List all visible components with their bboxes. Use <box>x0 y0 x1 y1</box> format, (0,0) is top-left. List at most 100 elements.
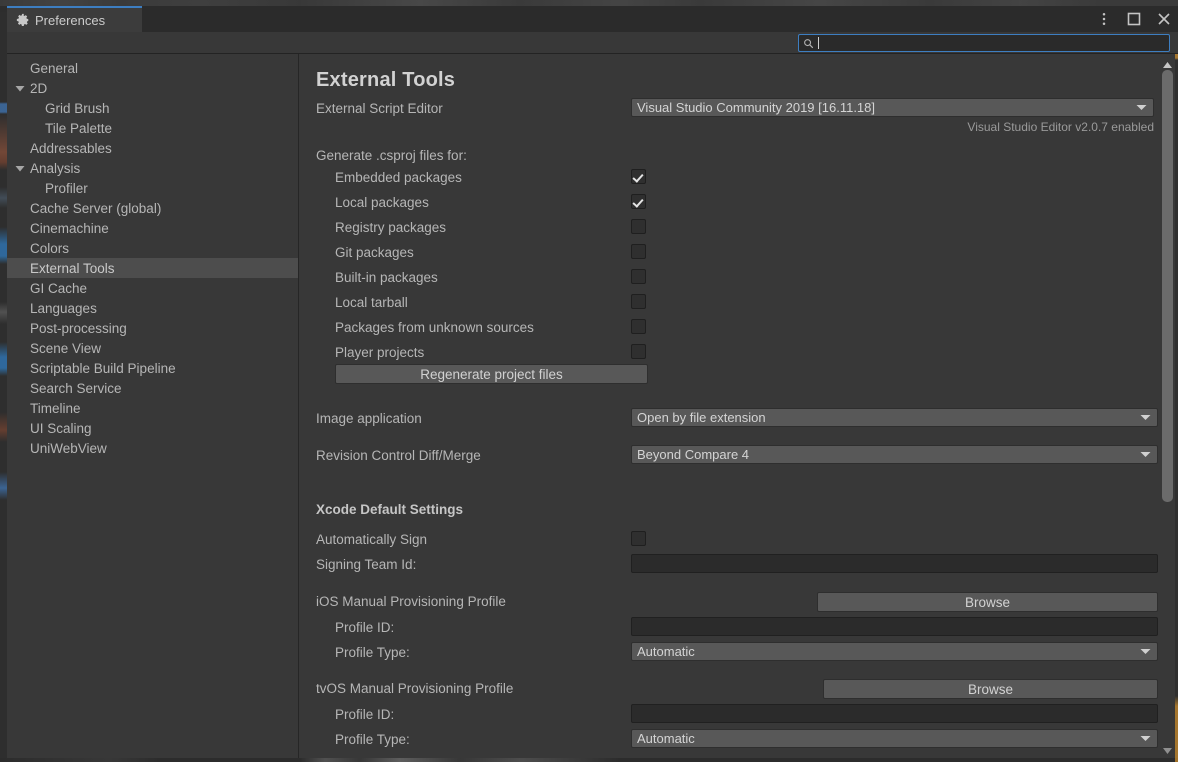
tvos-profile-type-label: Profile Type: <box>335 732 410 747</box>
csproj-option-checkbox[interactable] <box>631 169 646 184</box>
tab-preferences[interactable]: Preferences <box>7 6 142 32</box>
settings-tree-sidebar[interactable]: General 2D Grid Brush Tile Palette Addressab… <box>7 54 299 758</box>
csproj-option-row: Packages from unknown sources <box>300 317 1163 342</box>
sidebar-item-search-service[interactable]: Search Service <box>7 378 298 398</box>
external-script-editor-label: External Script Editor <box>316 101 443 116</box>
sidebar-item-languages[interactable]: Languages <box>7 298 298 318</box>
scrollbar-track[interactable] <box>1162 70 1173 744</box>
csproj-option-checkbox[interactable] <box>631 294 646 309</box>
chevron-down-icon <box>1140 415 1151 420</box>
tvos-profile-id-input[interactable] <box>631 704 1158 723</box>
csproj-option-row: Registry packages <box>300 217 1163 242</box>
ios-profile-id-label: Profile ID: <box>335 620 395 635</box>
ios-profile-type-dropdown[interactable]: Automatic <box>631 642 1158 661</box>
sidebar-item-tile-palette[interactable]: Tile Palette <box>7 118 298 138</box>
csproj-option-row: Local tarball <box>300 292 1163 317</box>
sidebar-item-timeline[interactable]: Timeline <box>7 398 298 418</box>
csproj-option-checkbox[interactable] <box>631 344 646 359</box>
kebab-menu-icon[interactable] <box>1096 11 1112 27</box>
content-vertical-scrollbar[interactable] <box>1161 54 1174 758</box>
signing-team-id-label: Signing Team Id: <box>316 557 417 572</box>
window-controls <box>1096 6 1172 32</box>
sidebar-item-scene-view[interactable]: Scene View <box>7 338 298 358</box>
sidebar-item-cache-server-global[interactable]: Cache Server (global) <box>7 198 298 218</box>
sidebar-item-post-processing[interactable]: Post-processing <box>7 318 298 338</box>
tvos-browse-label: Browse <box>967 681 1013 697</box>
csproj-option-checkbox[interactable] <box>631 319 646 334</box>
close-icon[interactable] <box>1156 11 1172 27</box>
gear-icon <box>16 13 29 26</box>
sidebar-item-gi-cache[interactable]: GI Cache <box>7 278 298 298</box>
sidebar-item-label: Profiler <box>45 180 88 196</box>
sidebar-item-label: 2D <box>30 80 48 96</box>
regenerate-project-files-button[interactable]: Regenerate project files <box>335 364 648 384</box>
sidebar-item-label: UniWebView <box>30 440 107 456</box>
csproj-option-checkbox[interactable] <box>631 244 646 259</box>
ios-manual-provisioning-profile-label: iOS Manual Provisioning Profile <box>316 594 506 609</box>
sidebar-item-label: Post-processing <box>30 320 127 336</box>
chevron-down-icon[interactable] <box>13 81 27 95</box>
tvos-browse-button[interactable]: Browse <box>823 679 1158 699</box>
sidebar-item-2d[interactable]: 2D <box>7 78 298 98</box>
sidebar-item-label: Cinemachine <box>30 220 109 236</box>
sidebar-item-external-tools[interactable]: External Tools <box>7 258 298 278</box>
tvos-manual-provisioning-profile-label: tvOS Manual Provisioning Profile <box>316 681 514 696</box>
ios-browse-button[interactable]: Browse <box>817 592 1158 612</box>
tvos-profile-type-dropdown[interactable]: Automatic <box>631 729 1158 748</box>
preferences-window: Preferences General 2D Grid Brush Tile P… <box>0 0 1178 762</box>
sidebar-item-label: General <box>30 60 79 76</box>
scroll-up-arrow-icon[interactable] <box>1162 60 1173 70</box>
sidebar-item-label: Cache Server (global) <box>30 200 162 216</box>
tab-bar: Preferences <box>7 6 1178 32</box>
external-script-editor-dropdown[interactable]: Visual Studio Community 2019 [16.11.18] <box>631 98 1154 117</box>
sidebar-item-uniwebview[interactable]: UniWebView <box>7 438 298 458</box>
search-box[interactable] <box>798 34 1170 52</box>
script-editor-note: Visual Studio Editor v2.0.7 enabled <box>967 120 1154 134</box>
ios-profile-type-value: Automatic <box>637 644 695 659</box>
sidebar-item-cinemachine[interactable]: Cinemachine <box>7 218 298 238</box>
revision-control-diff-merge-label: Revision Control Diff/Merge <box>316 448 481 463</box>
xcode-default-settings-heading: Xcode Default Settings <box>316 502 464 517</box>
csproj-option-checkbox[interactable] <box>631 194 646 209</box>
revision-control-diff-merge-dropdown[interactable]: Beyond Compare 4 <box>631 445 1158 464</box>
image-application-dropdown[interactable]: Open by file extension <box>631 408 1158 427</box>
sidebar-item-label: Colors <box>30 240 70 256</box>
sidebar-item-label: Analysis <box>30 160 81 176</box>
ios-profile-id-input[interactable] <box>631 617 1158 636</box>
search-input[interactable] <box>819 36 1169 50</box>
sidebar-item-grid-brush[interactable]: Grid Brush <box>7 98 298 118</box>
page-title: External Tools <box>316 69 456 92</box>
sidebar-item-profiler[interactable]: Profiler <box>7 178 298 198</box>
maximize-icon[interactable] <box>1126 11 1142 27</box>
regenerate-project-files-label: Regenerate project files <box>420 366 563 382</box>
csproj-option-row: Local packages <box>300 192 1163 217</box>
tvos-profile-type-value: Automatic <box>637 731 695 746</box>
automatically-sign-label: Automatically Sign <box>316 532 428 547</box>
image-application-value: Open by file extension <box>637 410 766 425</box>
chevron-down-icon[interactable] <box>13 161 27 175</box>
sidebar-item-analysis[interactable]: Analysis <box>7 158 298 178</box>
sidebar-item-scriptable-build-pipeline[interactable]: Scriptable Build Pipeline <box>7 358 298 378</box>
chevron-down-icon <box>1140 452 1151 457</box>
sidebar-item-label: Addressables <box>30 140 112 156</box>
csproj-option-checkbox[interactable] <box>631 269 646 284</box>
sidebar-item-colors[interactable]: Colors <box>7 238 298 258</box>
search-row <box>7 32 1178 54</box>
sidebar-item-ui-scaling[interactable]: UI Scaling <box>7 418 298 438</box>
editor-background-left <box>0 6 7 762</box>
sidebar-item-label: Languages <box>30 300 97 316</box>
scrollbar-thumb[interactable] <box>1162 70 1173 502</box>
signing-team-id-input[interactable] <box>631 554 1158 573</box>
csproj-option-label: Git packages <box>335 245 414 260</box>
csproj-option-row: Embedded packages <box>300 167 1163 192</box>
scroll-down-arrow-icon[interactable] <box>1162 746 1173 756</box>
tvos-profile-id-label: Profile ID: <box>335 707 395 722</box>
chevron-down-icon <box>1140 649 1151 654</box>
automatically-sign-checkbox[interactable] <box>631 531 646 546</box>
sidebar-item-general[interactable]: General <box>7 58 298 78</box>
sidebar-item-addressables[interactable]: Addressables <box>7 138 298 158</box>
sidebar-item-label: Timeline <box>30 400 81 416</box>
csproj-option-row: Git packages <box>300 242 1163 267</box>
csproj-option-checkbox[interactable] <box>631 219 646 234</box>
editor-background-left-noise <box>0 12 7 762</box>
